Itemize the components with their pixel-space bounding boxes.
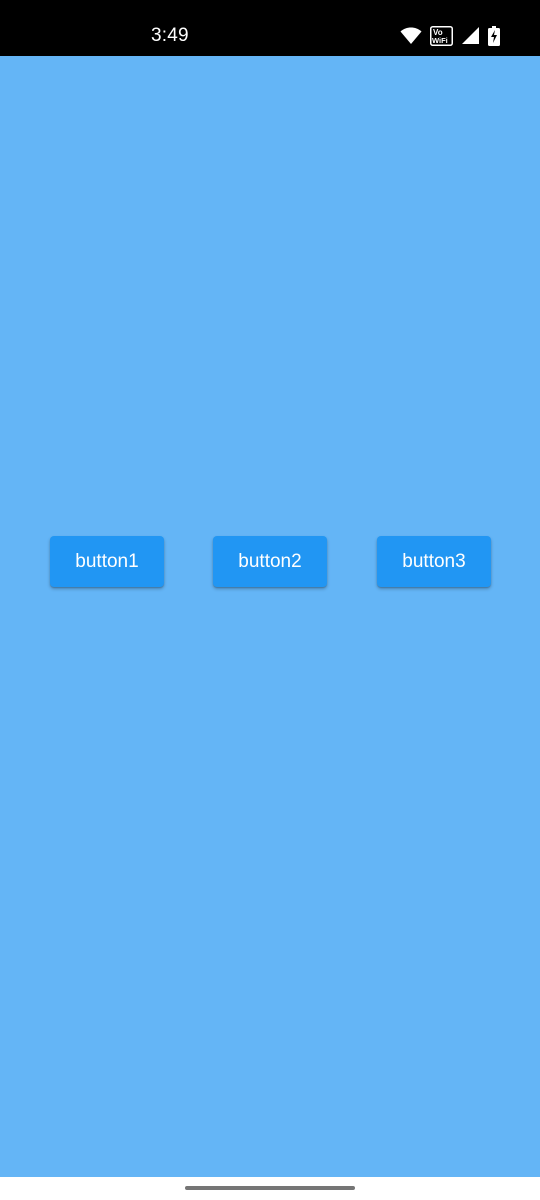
app-screen: 3:49 Vo WiFi button1 button2 button3 (0, 0, 540, 1200)
button-3[interactable]: button3 (377, 536, 491, 587)
status-icons: Vo WiFi (400, 26, 500, 46)
button-1[interactable]: button1 (50, 536, 164, 587)
battery-charging-icon (488, 26, 500, 46)
vowifi-icon: Vo WiFi (430, 26, 453, 46)
main-content (0, 56, 540, 1177)
button-2[interactable]: button2 (213, 536, 327, 587)
status-bar: 3:49 Vo WiFi (0, 0, 540, 56)
navigation-bar (0, 1177, 540, 1200)
home-gesture-handle[interactable] (185, 1186, 355, 1190)
svg-text:WiFi: WiFi (432, 36, 448, 45)
status-time: 3:49 (151, 25, 189, 46)
cellular-signal-icon (461, 27, 480, 45)
wifi-icon (400, 27, 422, 45)
